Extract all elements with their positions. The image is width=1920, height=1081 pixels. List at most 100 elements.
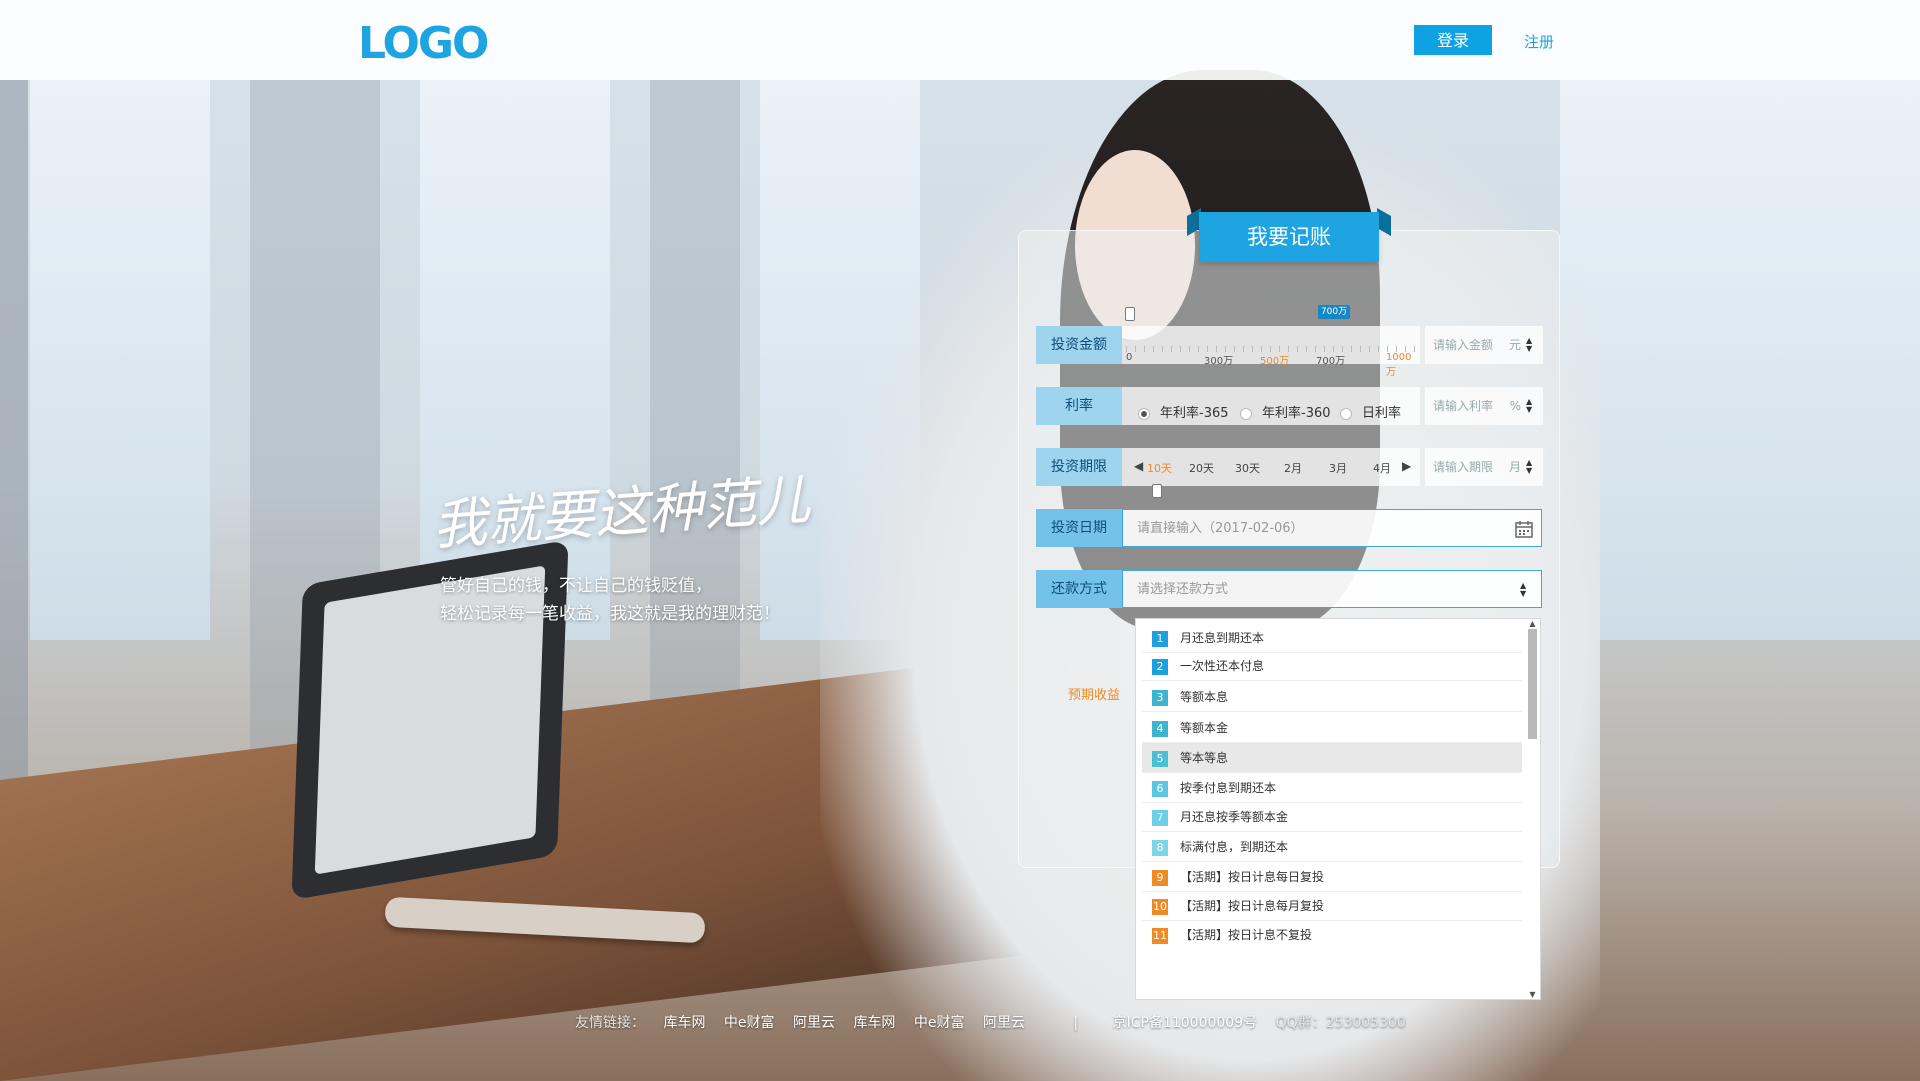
dropdown-scrollbar[interactable]: ▲ ▼ [1526,619,1538,999]
amount-value-bubble: 700万 [1318,305,1350,319]
option-number-badge: 10 [1152,898,1168,915]
dropdown-option[interactable]: 2 一次性还本付息 [1142,651,1522,681]
option-label: 【活期】按日计息不复投 [1180,928,1313,942]
dropdown-option[interactable]: 3 等额本息 [1142,682,1522,712]
option-divider [1142,711,1522,712]
period-next-icon[interactable]: ▶ [1402,459,1411,473]
rate-input[interactable]: 请输入利率 % ▲ ▼ [1425,387,1543,425]
dropdown-option[interactable]: 7 月还息按季等额本金 [1142,802,1522,832]
register-link[interactable]: 注册 [1524,31,1554,52]
background-photo [0,0,1920,1081]
rate-option-label: 日利率 [1362,406,1402,421]
period-option[interactable]: 10天 [1147,460,1172,476]
repay-dropdown: 1 月还息到期还本 2 一次性还本付息 3 等额本息 4 等额本金 5 等本等息 6 按季付息到期还本… [1135,618,1541,1000]
option-label: 一次性还本付息 [1180,659,1265,673]
date-label: 投资日期 [1036,509,1122,547]
dropdown-option[interactable]: 5 等本等息 [1142,743,1522,773]
hero-line-1: 管好自己的钱，不让自己的钱贬值， [440,576,712,596]
amount-tick: 0 [1126,352,1133,363]
option-label: 【活期】按日计息每日复投 [1180,870,1325,884]
dropdown-option[interactable]: 11 【活期】按日计息不复投 [1142,920,1522,950]
rate-option-label: 年利率-365 [1160,406,1229,421]
amount-scale: 0 300万 500万 700万 1000万 [1124,326,1418,378]
rate-placeholder: 请输入利率 [1433,399,1494,413]
dropdown-option[interactable]: 1 月还息到期还本 [1142,623,1522,653]
amount-unit: 元 [1508,338,1521,352]
amount-slider-handle[interactable] [1125,307,1135,321]
footer-link[interactable]: 库车网 [663,1015,705,1031]
dropdown-option[interactable]: 6 按季付息到期还本 [1142,773,1522,803]
dropdown-option[interactable]: 10 【活期】按日计息每月复投 [1142,891,1522,921]
period-option[interactable]: 3月 [1329,460,1347,476]
footer-icp: 京ICP备110000009号 [1112,1015,1258,1031]
option-label: 【活期】按日计息每月复投 [1180,899,1325,913]
option-number-badge: 8 [1152,839,1168,856]
period-option[interactable]: 30天 [1235,460,1260,476]
hero-description: 管好自己的钱，不让自己的钱贬值， 轻松记录每一笔收益，我这就是我的理财范！ [440,572,780,628]
footer: 友情链接： 库车网 中e财富 阿里云 库车网 中e财富 阿里云 | 京ICP备1… [575,1012,1420,1032]
radio-icon[interactable] [1340,407,1352,420]
option-number-badge: 7 [1152,809,1168,826]
footer-link[interactable]: 库车网 [853,1015,895,1031]
period-option[interactable]: 4月 [1373,460,1391,476]
logo[interactable]: LOGO [358,18,489,69]
amount-spinner-icon[interactable]: ▲ ▼ [1526,337,1535,353]
period-input[interactable]: 请输入期限 月 ▲ ▼ [1425,448,1543,486]
option-number-badge: 4 [1152,720,1168,737]
radio-icon[interactable] [1240,407,1252,420]
period-placeholder: 请输入期限 [1433,460,1494,474]
repay-select[interactable]: 请选择还款方式 ▲ ▼ [1122,570,1542,608]
scroll-down-icon[interactable]: ▼ [1528,990,1537,999]
rate-label: 利率 [1036,387,1122,425]
period-option[interactable]: 20天 [1189,460,1214,476]
amount-tick: 1000万 [1386,352,1412,378]
option-number-badge: 3 [1152,689,1168,706]
option-number-badge: 9 [1152,869,1168,886]
dropdown-option[interactable]: 9 【活期】按日计息每日复投 [1142,862,1522,892]
amount-placeholder: 请输入金额 [1433,338,1494,352]
period-option[interactable]: 2月 [1284,460,1302,476]
amount-tick: 500万 [1260,356,1290,367]
option-label: 等额本息 [1180,690,1229,704]
rate-option-365[interactable]: 年利率-365 [1138,402,1229,421]
amount-tick: 300万 [1204,356,1234,367]
period-label: 投资期限 [1036,448,1122,486]
option-divider [1142,680,1522,681]
scroll-thumb[interactable] [1528,629,1537,739]
date-input[interactable]: 请直接输入（2017-02-06） [1122,509,1542,547]
option-number-badge: 5 [1152,750,1168,767]
dropdown-option[interactable]: 4 等额本金 [1142,713,1522,743]
amount-tick: 700万 [1316,356,1346,367]
option-number-badge: 2 [1152,658,1168,675]
radio-checked-icon[interactable] [1138,407,1150,420]
repay-label: 还款方式 [1036,570,1122,608]
period-unit: 月 [1508,460,1521,474]
panel-title: 我要记账 [1199,212,1379,262]
calendar-icon[interactable] [1515,520,1533,538]
option-label: 标满付息，到期还本 [1180,840,1289,854]
option-label: 月还息到期还本 [1180,631,1265,645]
option-label: 按季付息到期还本 [1180,781,1277,795]
rate-spinner-icon[interactable]: ▲ ▼ [1526,398,1535,414]
option-label: 等额本金 [1180,721,1229,735]
login-button[interactable]: 登录 [1414,25,1492,55]
rate-option-daily[interactable]: 日利率 [1340,402,1401,421]
footer-separator: | [1073,1015,1079,1031]
dropdown-option[interactable]: 8 标满付息，到期还本 [1142,832,1522,862]
footer-link[interactable]: 阿里云 [983,1015,1025,1031]
amount-input[interactable]: 请输入金额 元 ▲ ▼ [1425,326,1543,364]
amount-label: 投资金额 [1036,326,1122,364]
footer-link[interactable]: 中e财富 [724,1015,775,1031]
period-prev-icon[interactable]: ◀ [1134,459,1143,473]
period-spinner-icon[interactable]: ▲ ▼ [1526,459,1535,475]
rate-option-360[interactable]: 年利率-360 [1240,402,1331,421]
hero-line-2: 轻松记录每一笔收益，我这就是我的理财范！ [440,604,780,624]
scroll-up-icon[interactable]: ▲ [1528,619,1537,628]
period-slider-handle[interactable] [1152,484,1162,498]
footer-link[interactable]: 中e财富 [914,1015,965,1031]
option-label: 等本等息 [1180,751,1229,765]
rate-unit: % [1509,399,1521,413]
option-label: 月还息按季等额本金 [1180,810,1289,824]
footer-link[interactable]: 阿里云 [793,1015,835,1031]
select-arrows-icon[interactable]: ▲ ▼ [1520,582,1529,598]
